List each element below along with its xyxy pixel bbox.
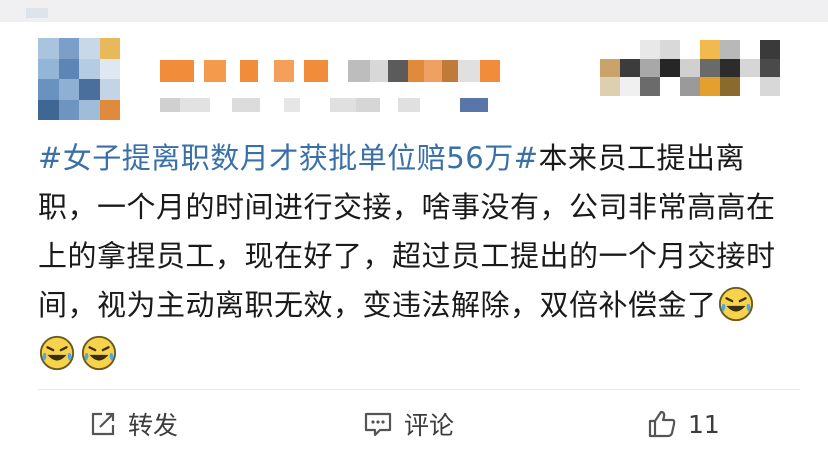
top-strip	[0, 0, 828, 22]
comment-icon	[364, 412, 392, 437]
repost-button[interactable]: 转发	[88, 406, 178, 442]
avatar[interactable]	[38, 38, 120, 120]
laugh-cry-emoji	[81, 335, 117, 371]
badge-redacted	[600, 40, 780, 96]
comment-label: 评论	[404, 411, 455, 440]
like-button[interactable]: 11	[646, 406, 720, 442]
username-redacted[interactable]	[160, 60, 500, 82]
repost-label: 转发	[128, 411, 179, 440]
top-strip-corner	[26, 8, 48, 18]
laugh-cry-emoji	[39, 335, 75, 371]
repost-icon	[91, 412, 115, 436]
like-count: 11	[688, 409, 720, 439]
topic-hashtag-link[interactable]: #女子提离职数月才获批单位赔56万#	[38, 141, 539, 175]
post-meta-redacted	[160, 98, 488, 112]
comment-button[interactable]: 评论	[362, 406, 454, 442]
thumbs-up-icon	[648, 410, 676, 438]
laugh-cry-emoji	[718, 286, 753, 322]
post-body: #女子提离职数月才获批单位赔56万#本来员工提出离职，一个月的时间进行交接，啥事…	[38, 134, 798, 379]
action-bar-divider	[38, 389, 800, 390]
